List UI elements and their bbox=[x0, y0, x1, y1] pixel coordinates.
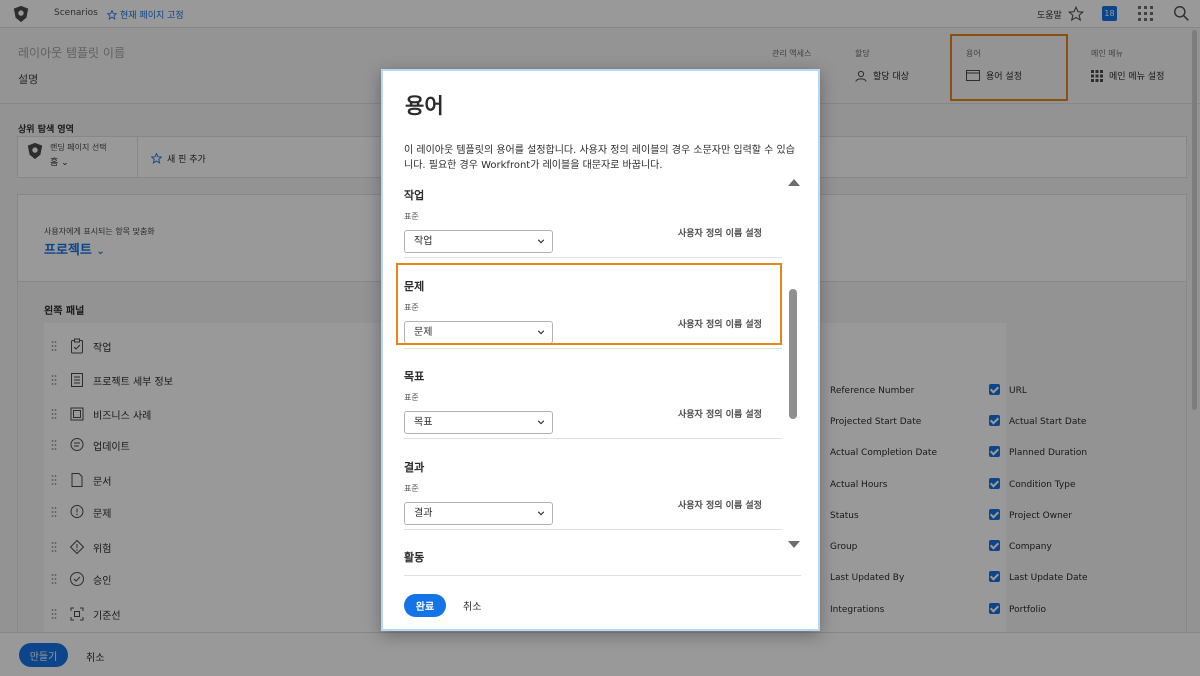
term-select-value: 결과 bbox=[414, 508, 433, 519]
term-section: 활동 bbox=[404, 549, 782, 565]
chevron-down-icon bbox=[537, 239, 545, 244]
term-select[interactable]: 작업 bbox=[404, 230, 553, 253]
standard-label: 표준 bbox=[404, 484, 419, 493]
term-select[interactable]: 목표 bbox=[404, 411, 553, 434]
issue-section-highlight bbox=[396, 263, 782, 345]
term-section-name: 결과 bbox=[404, 461, 425, 474]
standard-label: 표준 bbox=[404, 393, 419, 402]
dialog-title: 용어 bbox=[405, 94, 444, 118]
term-section-name: 활동 bbox=[404, 551, 425, 564]
terminology-list: 작업 표준 작업 사용자 정의 이름 설정 문제 표준 문제 사용자 정의 이름… bbox=[383, 176, 799, 574]
term-section: 결과 표준 결과 사용자 정의 이름 설정 bbox=[404, 459, 782, 525]
set-custom-name-button[interactable]: 사용자 정의 이름 설정 bbox=[678, 498, 762, 511]
divider bbox=[404, 348, 782, 349]
term-section-name: 작업 bbox=[404, 189, 425, 202]
set-custom-name-button[interactable]: 사용자 정의 이름 설정 bbox=[678, 226, 762, 239]
scroll-up-arrow-icon[interactable] bbox=[788, 179, 800, 186]
divider bbox=[404, 257, 782, 258]
term-select-value: 작업 bbox=[414, 236, 433, 247]
divider bbox=[404, 575, 801, 576]
chevron-down-icon bbox=[537, 420, 545, 425]
dialog-cancel-button[interactable]: 취소 bbox=[463, 598, 481, 613]
dialog-description: 이 레이아웃 템플릿의 용어를 설정합니다. 사용자 정의 레이블의 경우 소문… bbox=[404, 145, 795, 171]
divider bbox=[404, 529, 782, 530]
divider bbox=[404, 438, 782, 439]
term-section-name: 목표 bbox=[404, 370, 425, 383]
scroll-down-arrow-icon[interactable] bbox=[788, 541, 800, 548]
standard-label: 표준 bbox=[404, 212, 419, 221]
term-section: 작업 표준 작업 사용자 정의 이름 설정 bbox=[404, 187, 782, 253]
terminology-dialog: 용어 이 레이아웃 템플릿의 용어를 설정합니다. 사용자 정의 레이블의 경우… bbox=[381, 69, 820, 631]
term-select-value: 목표 bbox=[414, 417, 433, 428]
chevron-down-icon bbox=[537, 511, 545, 516]
set-custom-name-button[interactable]: 사용자 정의 이름 설정 bbox=[678, 407, 762, 420]
dialog-scrollbar-thumb[interactable] bbox=[789, 289, 797, 419]
done-button[interactable]: 완료 bbox=[404, 594, 446, 617]
term-select[interactable]: 결과 bbox=[404, 502, 553, 525]
term-section: 목표 표준 목표 사용자 정의 이름 설정 bbox=[404, 368, 782, 434]
